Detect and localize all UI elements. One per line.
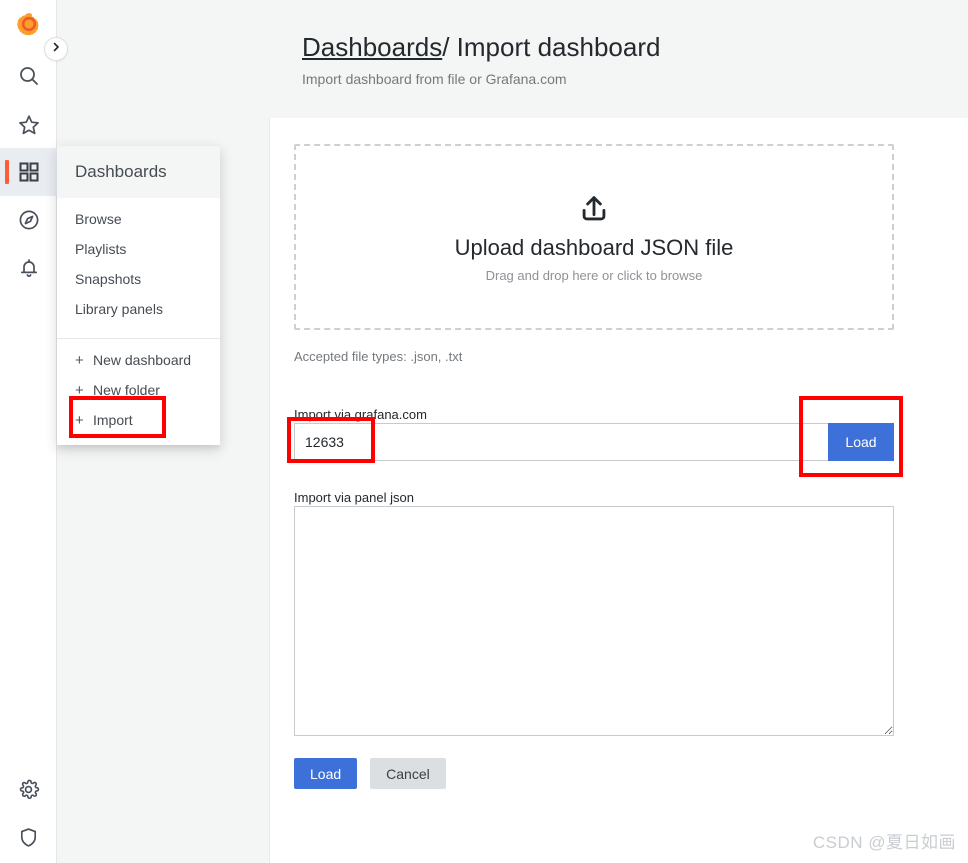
flyout-item-label: Playlists	[75, 241, 126, 257]
flyout-primary-list: Browse Playlists Snapshots Library panel…	[57, 198, 220, 332]
flyout-item-browse[interactable]: Browse	[57, 204, 220, 234]
nav-item-server-admin[interactable]	[0, 813, 57, 861]
flyout-create-list: + New dashboard + New folder + Import	[57, 341, 220, 445]
upload-dropzone[interactable]: Upload dashboard JSON file Drag and drop…	[294, 144, 894, 330]
bell-icon	[17, 256, 41, 280]
watermark: CSDN @夏日如画	[813, 828, 956, 853]
star-icon	[17, 113, 41, 137]
nav-rail	[0, 0, 57, 863]
flyout-item-label: New dashboard	[93, 352, 191, 368]
app-root: Dashboards/ Import dashboard Import dash…	[0, 0, 968, 863]
plus-icon: +	[75, 412, 93, 429]
dashboards-flyout-menu: Dashboards Browse Playlists Snapshots Li…	[57, 146, 220, 445]
nav-item-dashboards[interactable]	[0, 148, 57, 196]
breadcrumb-separator: /	[442, 32, 449, 62]
flyout-item-label: Import	[93, 412, 133, 428]
flyout-item-library-panels[interactable]: Library panels	[57, 294, 220, 324]
grafana-com-label: Import via grafana.com	[294, 407, 427, 422]
load-button[interactable]: Load	[294, 758, 357, 789]
nav-item-search[interactable]	[0, 52, 57, 100]
flyout-header[interactable]: Dashboards	[57, 146, 220, 198]
nav-item-configuration[interactable]	[0, 765, 57, 813]
flyout-divider	[57, 338, 220, 339]
flyout-item-new-folder[interactable]: + New folder	[57, 375, 220, 405]
flyout-item-label: Snapshots	[75, 271, 141, 287]
page-subtitle: Import dashboard from file or Grafana.co…	[302, 71, 660, 87]
cancel-button[interactable]: Cancel	[370, 758, 446, 789]
accepted-file-types: Accepted file types: .json, .txt	[294, 349, 462, 364]
compass-icon	[17, 208, 41, 232]
nav-expand-button[interactable]	[44, 37, 68, 61]
page-header: Dashboards/ Import dashboard Import dash…	[302, 30, 660, 87]
breadcrumb: Dashboards/ Import dashboard	[302, 30, 660, 64]
nav-item-starred[interactable]	[0, 101, 57, 149]
search-icon	[17, 64, 41, 88]
flyout-item-import[interactable]: + Import	[57, 405, 220, 435]
dashboards-grid-icon	[17, 160, 41, 184]
plus-icon: +	[75, 382, 93, 399]
upload-title: Upload dashboard JSON file	[455, 235, 734, 261]
flyout-item-label: Library panels	[75, 301, 163, 317]
form-actions: Load Cancel	[294, 758, 446, 789]
page-title: Import dashboard	[457, 32, 661, 62]
grafana-logo-icon	[16, 11, 42, 37]
gear-icon	[17, 778, 40, 801]
upload-icon	[577, 192, 611, 231]
chevron-right-icon	[50, 40, 62, 58]
flyout-item-snapshots[interactable]: Snapshots	[57, 264, 220, 294]
nav-item-alerting[interactable]	[0, 244, 57, 292]
shield-icon	[17, 826, 40, 849]
flyout-item-new-dashboard[interactable]: + New dashboard	[57, 345, 220, 375]
grafana-com-row: Load	[294, 423, 894, 461]
upload-subtitle: Drag and drop here or click to browse	[486, 268, 703, 283]
flyout-item-playlists[interactable]: Playlists	[57, 234, 220, 264]
nav-item-explore[interactable]	[0, 196, 57, 244]
breadcrumb-dashboards-link[interactable]: Dashboards	[302, 32, 442, 62]
panel-json-textarea[interactable]	[294, 506, 894, 736]
plus-icon: +	[75, 352, 93, 369]
flyout-item-label: New folder	[93, 382, 160, 398]
flyout-item-label: Browse	[75, 211, 122, 227]
grafana-com-id-input[interactable]	[294, 423, 828, 461]
grafana-com-load-button[interactable]: Load	[828, 423, 894, 461]
panel-json-label: Import via panel json	[294, 490, 414, 505]
